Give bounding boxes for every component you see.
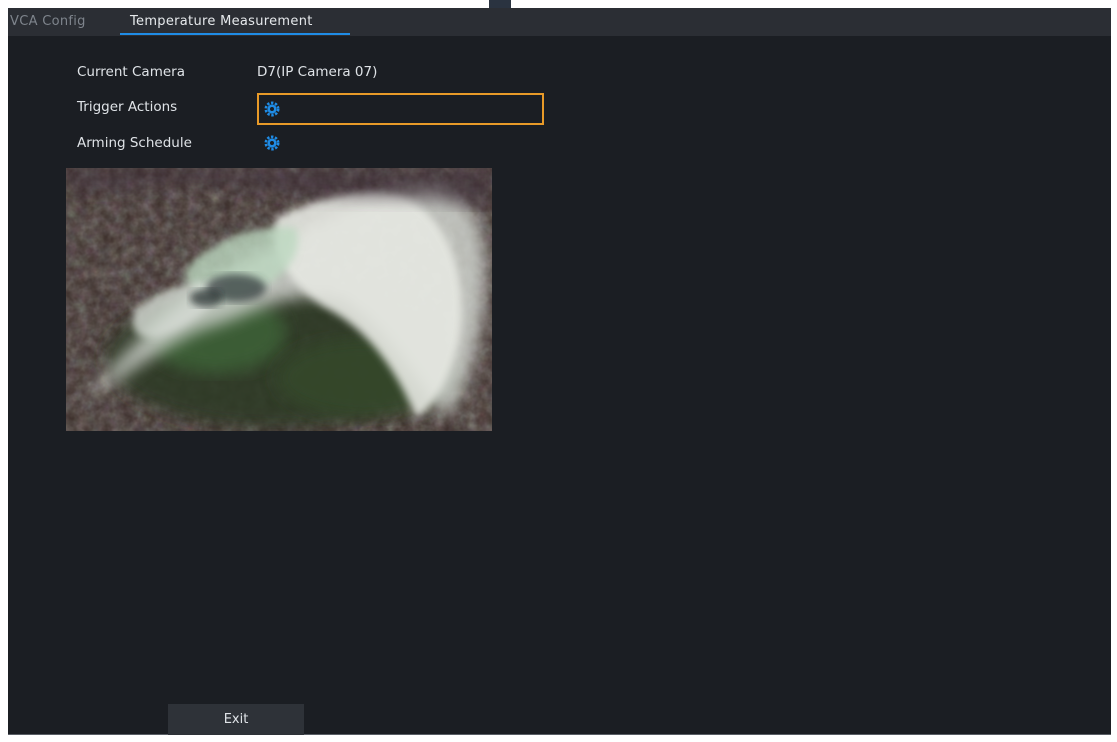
arming-schedule-label: Arming Schedule bbox=[77, 135, 192, 151]
tab-temperature-measurement[interactable]: Temperature Measurement bbox=[120, 8, 350, 36]
gear-icon[interactable] bbox=[263, 134, 281, 152]
tab-vca-config[interactable]: VCA Config bbox=[10, 8, 86, 36]
camera-preview-image bbox=[66, 168, 492, 431]
trigger-actions-field[interactable] bbox=[257, 93, 544, 125]
current-camera-value[interactable]: D7(IP Camera 07) bbox=[257, 60, 377, 84]
tab-bar: VCA Config Temperature Measurement bbox=[8, 8, 1111, 36]
trigger-actions-label: Trigger Actions bbox=[77, 99, 178, 115]
exit-button[interactable]: Exit bbox=[168, 704, 304, 735]
current-camera-label: Current Camera bbox=[77, 64, 185, 80]
config-window: VCA Config Temperature Measurement Curre… bbox=[8, 8, 1111, 735]
gear-icon[interactable] bbox=[263, 100, 281, 118]
